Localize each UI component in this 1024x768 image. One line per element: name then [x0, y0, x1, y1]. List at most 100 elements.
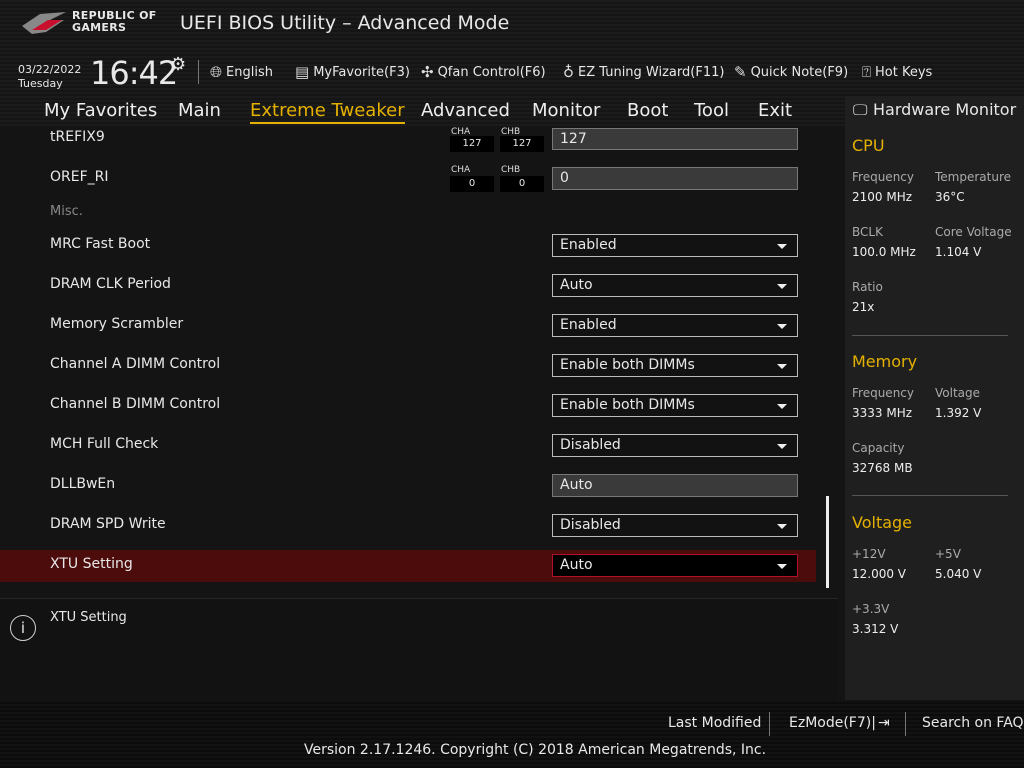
globe-icon: 🌐︎: [210, 63, 223, 81]
ez-tuning-button[interactable]: ♁ EZ Tuning Wizard(F11): [563, 63, 724, 81]
label: MyFavorite(F3): [313, 64, 410, 80]
gear-icon[interactable]: ⚙: [170, 54, 186, 75]
tab-exit[interactable]: Exit: [758, 100, 792, 121]
chb-value: 127: [500, 136, 544, 152]
hw-value: 3.312 V: [852, 622, 899, 636]
chevron-down-icon: [777, 284, 787, 289]
section-misc: Misc.: [50, 204, 83, 219]
hw-label: Capacity: [852, 441, 905, 455]
date-display: 03/22/2022 Tuesday: [18, 63, 81, 91]
hw-value: 1.392 V: [935, 406, 982, 420]
tab-extreme-tweaker[interactable]: Extreme Tweaker: [250, 100, 405, 124]
chb-value: 0: [500, 176, 544, 192]
divider: [769, 712, 770, 736]
clock: 16:42: [90, 54, 178, 92]
label: Qfan Control(F6): [437, 64, 546, 80]
note-icon: ✎: [734, 63, 747, 81]
ezmode-button[interactable]: EzMode(F7)| ⇥: [789, 715, 890, 731]
chevron-down-icon: [777, 444, 787, 449]
setting-dropdown[interactable]: Auto: [552, 554, 798, 577]
tab-monitor[interactable]: Monitor: [532, 100, 600, 121]
setting-dropdown[interactable]: Auto: [552, 274, 798, 297]
cpu-title: CPU: [852, 136, 885, 155]
chevron-down-icon: [777, 524, 787, 529]
hw-label: Ratio: [852, 280, 883, 294]
chevron-down-icon: [777, 324, 787, 329]
last-modified-button[interactable]: Last Modified: [668, 715, 761, 731]
trefix9-input[interactable]: 127: [552, 128, 798, 150]
divider: [198, 60, 199, 84]
setting-label: MCH Full Check: [50, 436, 159, 452]
hw-value: 32768 MB: [852, 461, 913, 475]
hw-title: Hardware Monitor: [873, 100, 1017, 119]
setting-dropdown[interactable]: Enabled: [552, 314, 798, 337]
dropdown-value: Disabled: [560, 517, 621, 533]
tab-tool[interactable]: Tool: [694, 100, 729, 121]
fan-icon: ✣: [421, 63, 434, 81]
hw-value: 1.104 V: [935, 245, 982, 259]
tab-boot[interactable]: Boot: [627, 100, 668, 121]
setting-label: DRAM CLK Period: [50, 276, 171, 292]
favorite-icon: ▤: [295, 63, 310, 81]
help-text: XTU Setting: [50, 610, 127, 625]
cha-label: CHA: [451, 127, 471, 135]
dropdown-value: Disabled: [560, 437, 621, 453]
hw-label: Frequency: [852, 386, 914, 400]
hw-label: BCLK: [852, 225, 883, 239]
setting-label: OREF_RI: [50, 169, 109, 185]
setting-input[interactable]: Auto: [552, 474, 798, 497]
monitor-icon: 🖵︎: [853, 101, 868, 119]
search-faq-button[interactable]: Search on FAQ: [922, 715, 1024, 731]
dropdown-value: Auto: [560, 277, 593, 293]
date: 03/22/2022: [18, 63, 82, 76]
dropdown-value: Enabled: [560, 317, 617, 333]
voltage-title: Voltage: [852, 513, 913, 532]
quick-note-button[interactable]: ✎ Quick Note(F9): [734, 63, 848, 81]
tab-advanced[interactable]: Advanced: [421, 100, 510, 121]
label: Quick Note(F9): [750, 64, 849, 80]
rog-logo-icon: [22, 12, 66, 34]
dropdown-value: Enabled: [560, 237, 617, 253]
day: Tuesday: [18, 77, 63, 90]
language-button[interactable]: 🌐︎ English: [210, 63, 273, 81]
hw-value: 36°C: [935, 190, 965, 204]
bulb-icon: ♁: [563, 63, 574, 81]
help-icon: ⍰: [862, 63, 872, 81]
hw-label: Temperature: [935, 170, 1012, 184]
scrollbar[interactable]: [826, 496, 829, 588]
hw-value: 100.0 MHz: [852, 245, 916, 259]
hw-label: Core Voltage: [935, 225, 1012, 239]
tab-main[interactable]: Main: [178, 100, 221, 121]
setting-label: MRC Fast Boot: [50, 236, 151, 252]
hot-keys-button[interactable]: ⍰ Hot Keys: [862, 63, 932, 81]
dropdown-value: Auto: [560, 477, 593, 493]
setting-dropdown[interactable]: Disabled: [552, 434, 798, 457]
oref-ri-input[interactable]: 0: [552, 167, 798, 190]
setting-dropdown[interactable]: Enable both DIMMs: [552, 354, 798, 377]
hw-value: 3333 MHz: [852, 406, 913, 420]
hw-label: +5V: [935, 547, 961, 561]
label: EZ Tuning Wizard(F11): [578, 64, 725, 80]
cha-value: 127: [450, 136, 494, 152]
divider: [852, 335, 1008, 336]
setting-dropdown[interactable]: Disabled: [552, 514, 798, 537]
cha-value: 0: [450, 176, 494, 192]
setting-label: Memory Scrambler: [50, 316, 184, 332]
chevron-down-icon: [777, 244, 787, 249]
divider: [905, 712, 906, 736]
setting-dropdown[interactable]: Enabled: [552, 234, 798, 257]
hw-value: 12.000 V: [852, 567, 907, 581]
setting-dropdown[interactable]: Enable both DIMMs: [552, 394, 798, 417]
tab-my-favorites[interactable]: My Favorites: [44, 100, 157, 121]
footer: Last Modified EzMode(F7)| ⇥ Search on FAQ…: [0, 700, 1024, 768]
hw-value: 21x: [852, 300, 875, 314]
version-text: Version 2.17.1246. Copyright (C) 2018 Am…: [304, 742, 767, 758]
myfavorite-button[interactable]: ▤ MyFavorite(F3): [295, 63, 410, 81]
hw-value: 2100 MHz: [852, 190, 913, 204]
chevron-down-icon: [777, 364, 787, 369]
chb-label: CHB: [501, 165, 521, 175]
setting-label: Channel A DIMM Control: [50, 356, 221, 372]
chevron-down-icon: [777, 404, 787, 409]
qfan-button[interactable]: ✣ Qfan Control(F6): [421, 63, 546, 81]
app-title: UEFI BIOS Utility – Advanced Mode: [180, 12, 510, 34]
